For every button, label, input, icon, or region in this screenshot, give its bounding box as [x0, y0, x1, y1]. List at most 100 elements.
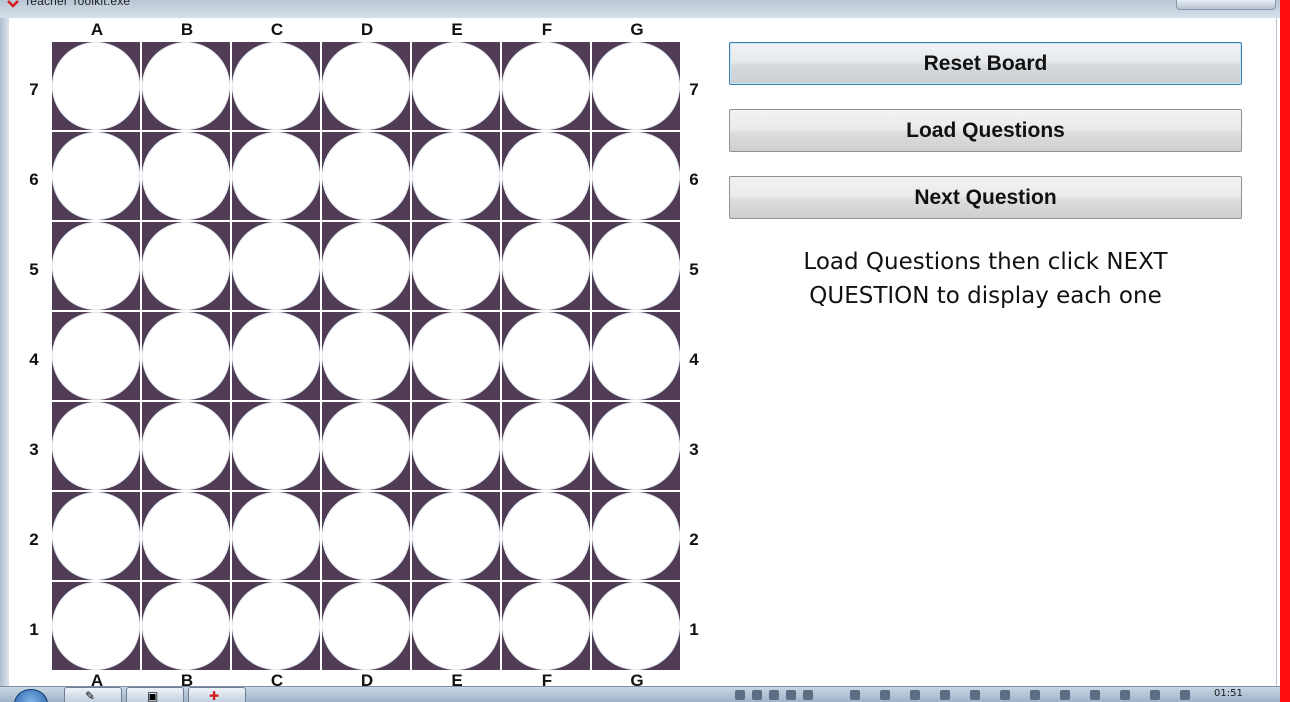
taskbar-app-box[interactable]: ▣ [126, 687, 184, 702]
start-button[interactable] [14, 689, 48, 702]
tray-icon[interactable] [910, 690, 920, 700]
board-hole [142, 492, 230, 580]
board-cell-D4[interactable] [322, 312, 410, 400]
board-cell-E2[interactable] [412, 492, 500, 580]
board-cell-C2[interactable] [232, 492, 320, 580]
tray-icon[interactable] [769, 690, 779, 700]
board-cell-F7[interactable] [502, 42, 590, 130]
board-hole [232, 492, 320, 580]
tray-icon[interactable] [880, 690, 890, 700]
tray-icon[interactable] [786, 690, 796, 700]
board-cell-F4[interactable] [502, 312, 590, 400]
board-hole [52, 492, 140, 580]
board-cell-A7[interactable] [52, 42, 140, 130]
board-cell-B1[interactable] [142, 582, 230, 670]
app-icon [7, 0, 19, 8]
game-board [52, 42, 681, 670]
column-label-top-B: B [180, 20, 194, 39]
board-cell-B3[interactable] [142, 402, 230, 490]
board-hole [142, 132, 230, 220]
board-cell-C4[interactable] [232, 312, 320, 400]
tray-icon[interactable] [1180, 690, 1190, 700]
board-hole [412, 42, 500, 130]
row-label-right-1: 1 [689, 620, 699, 639]
tray-icon[interactable] [735, 690, 745, 700]
board-cell-F6[interactable] [502, 132, 590, 220]
board-cell-A4[interactable] [52, 312, 140, 400]
taskbar-app-notepad[interactable]: ✎ [64, 687, 122, 702]
board-cell-C1[interactable] [232, 582, 320, 670]
column-label-top-C: C [270, 20, 284, 39]
tray-icon[interactable] [970, 690, 980, 700]
board-hole [322, 582, 410, 670]
board-hole [502, 582, 590, 670]
board-cell-C3[interactable] [232, 402, 320, 490]
board-hole [592, 582, 680, 670]
board-cell-A2[interactable] [52, 492, 140, 580]
board-cell-E3[interactable] [412, 402, 500, 490]
board-cell-E1[interactable] [412, 582, 500, 670]
board-cell-B4[interactable] [142, 312, 230, 400]
row-label-left-7: 7 [29, 80, 39, 99]
board-cell-D7[interactable] [322, 42, 410, 130]
board-cell-G6[interactable] [592, 132, 680, 220]
tray-icon[interactable] [803, 690, 813, 700]
board-cell-B5[interactable] [142, 222, 230, 310]
board-hole [52, 42, 140, 130]
board-cell-C7[interactable] [232, 42, 320, 130]
tray-icon[interactable] [1150, 690, 1160, 700]
next-question-button[interactable]: Next Question [729, 176, 1242, 219]
board-hole [592, 402, 680, 490]
board-cell-F2[interactable] [502, 492, 590, 580]
reset-board-button[interactable]: Reset Board [729, 42, 1242, 85]
tray-icon[interactable] [940, 690, 950, 700]
title-bar: Teacher Toolkit.exe [0, 0, 1290, 18]
board-cell-E4[interactable] [412, 312, 500, 400]
tray-icon[interactable] [850, 690, 860, 700]
tray-icon[interactable] [1060, 690, 1070, 700]
instruction-line-1: Load Questions then click NEXT [803, 249, 1168, 275]
board-cell-A6[interactable] [52, 132, 140, 220]
taskbar-clock[interactable]: 01:51 [1214, 688, 1243, 699]
board-hole [52, 312, 140, 400]
load-questions-button[interactable]: Load Questions [729, 109, 1242, 152]
board-cell-B6[interactable] [142, 132, 230, 220]
board-hole [232, 582, 320, 670]
tray-icon[interactable] [752, 690, 762, 700]
board-cell-A5[interactable] [52, 222, 140, 310]
board-cell-D2[interactable] [322, 492, 410, 580]
board-cell-E7[interactable] [412, 42, 500, 130]
app-icon: ✚ [209, 689, 220, 702]
tray-icon[interactable] [1000, 690, 1010, 700]
board-cell-E6[interactable] [412, 132, 500, 220]
board-cell-G4[interactable] [592, 312, 680, 400]
board-cell-G2[interactable] [592, 492, 680, 580]
board-cell-F1[interactable] [502, 582, 590, 670]
column-label-top-D: D [360, 20, 374, 39]
board-cell-D5[interactable] [322, 222, 410, 310]
board-cell-G1[interactable] [592, 582, 680, 670]
tray-icon[interactable] [1090, 690, 1100, 700]
board-cell-D3[interactable] [322, 402, 410, 490]
board-cell-A1[interactable] [52, 582, 140, 670]
board-cell-A3[interactable] [52, 402, 140, 490]
board-cell-E5[interactable] [412, 222, 500, 310]
tray-icon[interactable] [1120, 690, 1130, 700]
board-cell-F5[interactable] [502, 222, 590, 310]
window-controls[interactable] [1176, 0, 1276, 10]
board-cell-D1[interactable] [322, 582, 410, 670]
board-cell-G3[interactable] [592, 402, 680, 490]
row-label-left-5: 5 [29, 260, 39, 279]
row-label-right-7: 7 [689, 80, 699, 99]
taskbar-app-toolkit[interactable]: ✚ [188, 687, 246, 702]
board-cell-B7[interactable] [142, 42, 230, 130]
board-cell-D6[interactable] [322, 132, 410, 220]
tray-icon[interactable] [1030, 690, 1040, 700]
board-cell-C5[interactable] [232, 222, 320, 310]
board-cell-F3[interactable] [502, 402, 590, 490]
board-cell-B2[interactable] [142, 492, 230, 580]
board-hole [592, 42, 680, 130]
board-cell-C6[interactable] [232, 132, 320, 220]
board-cell-G7[interactable] [592, 42, 680, 130]
board-cell-G5[interactable] [592, 222, 680, 310]
